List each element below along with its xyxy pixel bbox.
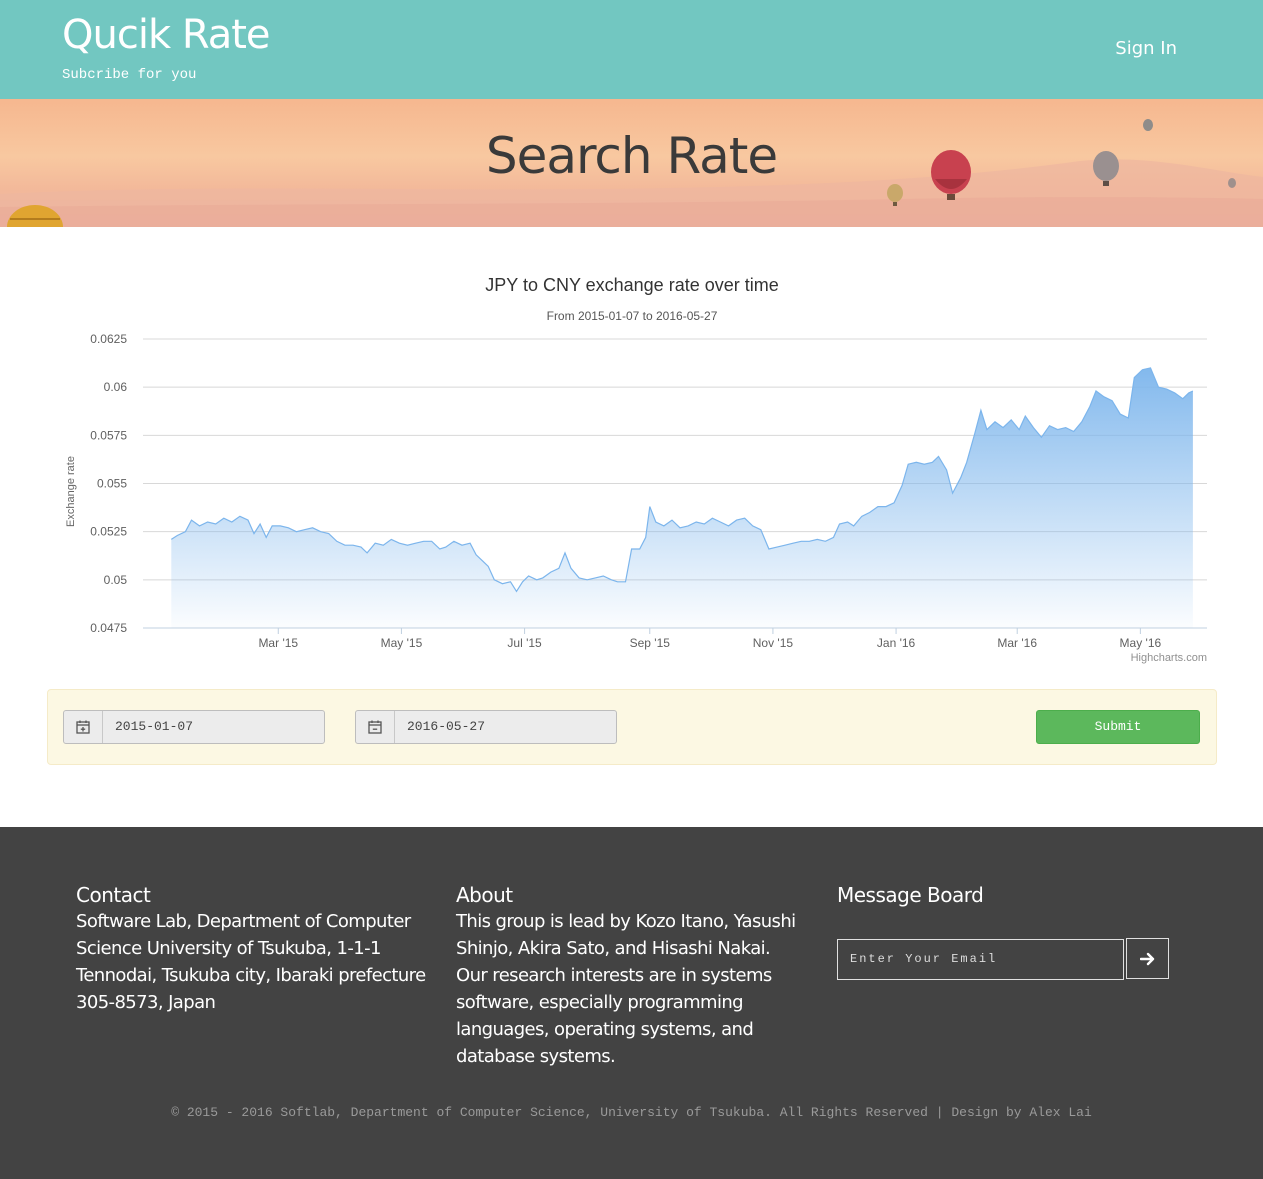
sign-in-link[interactable]: Sign In (1115, 38, 1177, 59)
y-tick-label: 0.06 (104, 380, 128, 394)
x-tick-label: Mar '15 (258, 636, 298, 650)
email-input[interactable]: Enter Your Email (837, 939, 1124, 980)
x-tick-label: May '15 (381, 636, 423, 650)
x-tick-label: Sep '15 (630, 636, 671, 650)
end-date-input[interactable]: 2016-05-27 (395, 711, 616, 743)
search-panel: 2015-01-07 2016-05-27 Submit (47, 689, 1217, 765)
x-tick-label: Jul '15 (507, 636, 542, 650)
message-board-section: Message Board (837, 882, 1177, 908)
about-heading: About (456, 883, 513, 907)
chart-subtitle: From 2015-01-07 to 2016-05-27 (546, 309, 718, 323)
y-tick-label: 0.0475 (90, 621, 127, 635)
y-tick-label: 0.055 (97, 477, 127, 491)
contact-section: Contact Software Lab, Department of Comp… (76, 882, 436, 1016)
about-text: This group is lead by Kozo Itano, Yasush… (456, 911, 796, 1067)
contact-heading: Contact (76, 883, 151, 907)
y-tick-label: 0.0625 (90, 332, 127, 346)
end-date-group[interactable]: 2016-05-27 (355, 710, 617, 744)
site-brand[interactable]: Qucik Rate (62, 12, 271, 58)
series-area (171, 367, 1193, 628)
exchange-rate-chart: 0.0475 0.05 0.0525 0.055 0.0575 0.06 0.0625 Mar… (47, 267, 1217, 677)
x-tick-label: Nov '15 (753, 636, 794, 650)
chart-credits[interactable]: Highcharts.com (1131, 652, 1207, 664)
start-date-group[interactable]: 2015-01-07 (63, 710, 325, 744)
chart-plot: 0.0475 0.05 0.0525 0.055 0.0575 0.06 0.0625 Mar… (65, 332, 1207, 650)
y-tick-label: 0.05 (104, 573, 128, 587)
page-title: Search Rate (485, 127, 778, 185)
hero-banner: Search Rate (0, 99, 1263, 227)
y-tick-label: 0.0575 (90, 428, 127, 442)
contact-text: Software Lab, Department of Computer Sci… (76, 911, 426, 1013)
chart-title: JPY to CNY exchange rate over time (485, 275, 779, 295)
about-section: About This group is lead by Kozo Itano, … (456, 882, 801, 1070)
calendar-plus-icon[interactable] (64, 711, 103, 743)
email-submit-button[interactable] (1126, 938, 1169, 979)
x-tick-label: Jan '16 (877, 636, 916, 650)
site-tagline: Subcribe for you (62, 67, 197, 83)
calendar-minus-icon[interactable] (356, 711, 395, 743)
message-board-heading: Message Board (837, 883, 984, 907)
arrow-right-icon (1139, 952, 1154, 965)
copyright-text: © 2015 - 2016 Softlab, Department of Com… (171, 1105, 1092, 1120)
site-header: Qucik Rate Subcribe for you Sign In (0, 0, 1263, 99)
site-footer: Contact Software Lab, Department of Comp… (0, 827, 1263, 1179)
y-tick-label: 0.0525 (90, 525, 127, 539)
y-axis-label: Exchange rate (65, 456, 77, 527)
start-date-input[interactable]: 2015-01-07 (103, 711, 324, 743)
x-tick-label: Mar '16 (997, 636, 1037, 650)
submit-button[interactable]: Submit (1036, 710, 1200, 744)
x-tick-label: May '16 (1120, 636, 1162, 650)
